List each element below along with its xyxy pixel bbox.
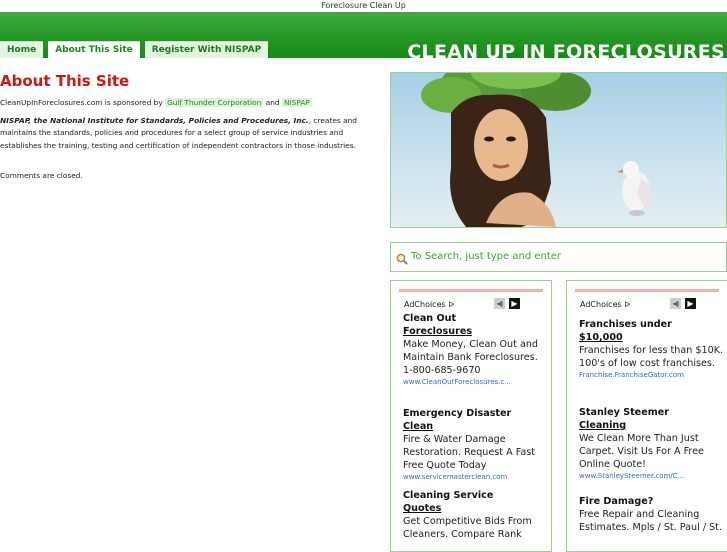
comments-closed-text: Comments are closed. <box>0 171 83 180</box>
ad-title[interactable]: Cleaning Service Quotes <box>403 489 548 515</box>
main-content: About This Site CleanUpInForeclosures.co… <box>0 72 380 183</box>
ad-item[interactable]: Franchises under $10,000 Franchises for l… <box>579 318 724 380</box>
ad-body: Get Competitive Bids From Cleaners. Comp… <box>403 516 532 540</box>
ad-url[interactable]: www.CleanOutForeclosures.c... <box>403 377 548 387</box>
adchoices-label[interactable]: AdChoices ᐅ <box>580 300 630 309</box>
ad-item[interactable]: Stanley Steemer Cleaning We Clean More Th… <box>579 406 724 481</box>
ad-body: Make Money, Clean Out and Maintain Bank … <box>403 339 538 376</box>
sponsor-text: CleanUpInForeclosures.com is sponsored b… <box>0 98 163 107</box>
nispap-paragraph: NISPAP, the National Institute for Stand… <box>0 115 380 153</box>
ad-url[interactable]: Franchise.FranchiseGator.com <box>579 370 724 380</box>
ad-next-arrow-icon[interactable]: ▶ <box>685 298 696 309</box>
ad-item[interactable]: Clean Out Foreclosures Make Money, Clean … <box>403 312 548 387</box>
woman-with-dove-illustration <box>421 73 654 227</box>
search-box <box>390 242 727 272</box>
adchoices-label[interactable]: AdChoices ᐅ <box>404 300 454 309</box>
top-bar-text: Foreclosure Clean Up <box>321 1 406 10</box>
ad-body: We Clean More Than Just Carpet. Visit Us… <box>579 433 704 470</box>
ad-prev-arrow-icon[interactable]: ◀ <box>494 298 505 309</box>
ad-body: Free Repair and Cleaning Estimates. Mpls… <box>579 509 722 533</box>
ad-divider <box>399 289 543 292</box>
ad-column-2: AdChoices ᐅ ◀ ▶ Franchises under $10,000 … <box>566 280 727 552</box>
ad-divider <box>575 289 719 292</box>
nispap-bold-name: NISPAP, the National Institute for Stand… <box>0 115 309 125</box>
ad-item[interactable]: Emergency Disaster Clean Fire & Water Dam… <box>403 407 548 482</box>
sponsor-and-text: and <box>265 98 280 107</box>
ad-prev-arrow-icon[interactable]: ◀ <box>670 298 681 309</box>
ad-item[interactable]: Fire Damage? Free Repair and Cleaning Es… <box>579 495 724 534</box>
sponsor-paragraph: CleanUpInForeclosures.com is sponsored b… <box>0 97 380 110</box>
ad-column-1: AdChoices ᐅ ◀ ▶ Clean Out Foreclosures Ma… <box>390 280 552 552</box>
ad-title[interactable]: Franchises under $10,000 <box>579 318 724 344</box>
nav-tabs: Home About This Site Register With NISPA… <box>0 41 273 58</box>
tab-home[interactable]: Home <box>0 41 44 58</box>
ad-title[interactable]: Clean Out Foreclosures <box>403 312 548 338</box>
ad-body: Fire & Water Damage Restoration. Request… <box>403 434 535 471</box>
adchoices-icon: ᐅ <box>448 300 455 309</box>
ad-title[interactable]: Fire Damage? <box>579 495 724 508</box>
page-title: About This Site <box>0 72 130 90</box>
tab-about-this-site[interactable]: About This Site <box>48 41 140 58</box>
ad-url[interactable]: www.StanleySteemer.com/C... <box>579 471 724 481</box>
tab-register-with-nispap[interactable]: Register With NISPAP <box>144 41 269 58</box>
ad-title[interactable]: Stanley Steemer Cleaning <box>579 406 724 432</box>
gulf-thunder-link[interactable]: Gulf Thunder Corporation <box>165 98 264 107</box>
adchoices-icon: ᐅ <box>624 300 631 309</box>
nispap-link[interactable]: NISPAP <box>281 98 312 107</box>
ad-body: Franchises for less than $10K. 100's of … <box>579 345 724 369</box>
search-input[interactable] <box>411 248 716 265</box>
ad-item[interactable]: Cleaning Service Quotes Get Competitive B… <box>403 489 548 541</box>
ad-title[interactable]: Emergency Disaster Clean <box>403 407 548 433</box>
ad-next-arrow-icon[interactable]: ▶ <box>509 298 520 309</box>
ad-url[interactable]: www.servicemasterclean.com <box>403 472 548 482</box>
top-bar: Foreclosure Clean Up <box>0 0 727 12</box>
site-title[interactable]: CLEAN UP IN FORECLOSURES <box>407 41 725 63</box>
header-photo <box>390 72 727 228</box>
search-icon <box>396 250 408 269</box>
